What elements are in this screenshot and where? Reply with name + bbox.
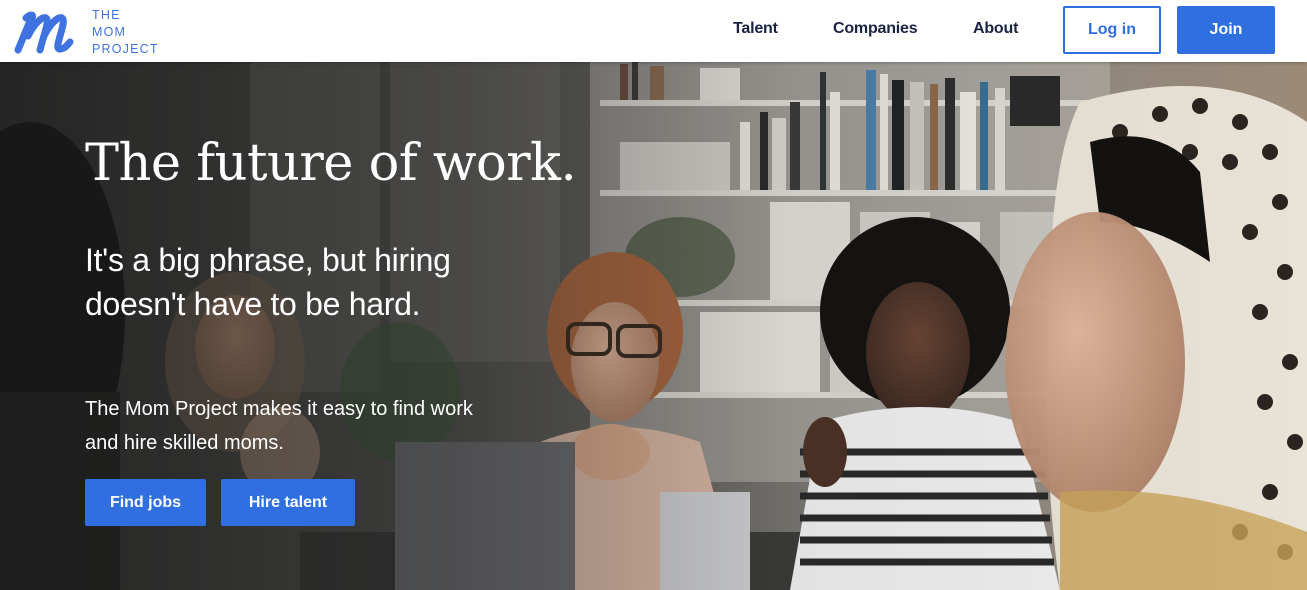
hero-section: The future of work. It's a big phrase, b… xyxy=(0,62,1307,590)
logo-line: THE xyxy=(92,8,121,22)
site-header: THE MOM PROJECT Talent Companies About L… xyxy=(0,0,1307,62)
nav-about-link[interactable]: About xyxy=(973,20,1018,38)
logo-line: PROJECT xyxy=(92,42,159,56)
logo-line: MOM xyxy=(92,25,127,39)
hero-description: The Mom Project makes it easy to find wo… xyxy=(85,398,473,454)
hire-talent-button[interactable]: Hire talent xyxy=(221,479,355,526)
mom-project-logo-icon xyxy=(14,11,74,54)
nav-talent-link[interactable]: Talent xyxy=(733,20,778,38)
hero-subtitle: It's a big phrase, but hiring doesn't ha… xyxy=(85,242,451,322)
find-jobs-button[interactable]: Find jobs xyxy=(85,479,206,526)
join-button[interactable]: Join xyxy=(1177,6,1275,54)
logo-link[interactable]: THE MOM PROJECT xyxy=(14,6,184,56)
logo-wordmark: THE MOM PROJECT xyxy=(92,7,159,58)
login-button[interactable]: Log in xyxy=(1063,6,1161,54)
nav-companies-link[interactable]: Companies xyxy=(833,20,918,38)
hero-title: The future of work. xyxy=(85,134,577,193)
